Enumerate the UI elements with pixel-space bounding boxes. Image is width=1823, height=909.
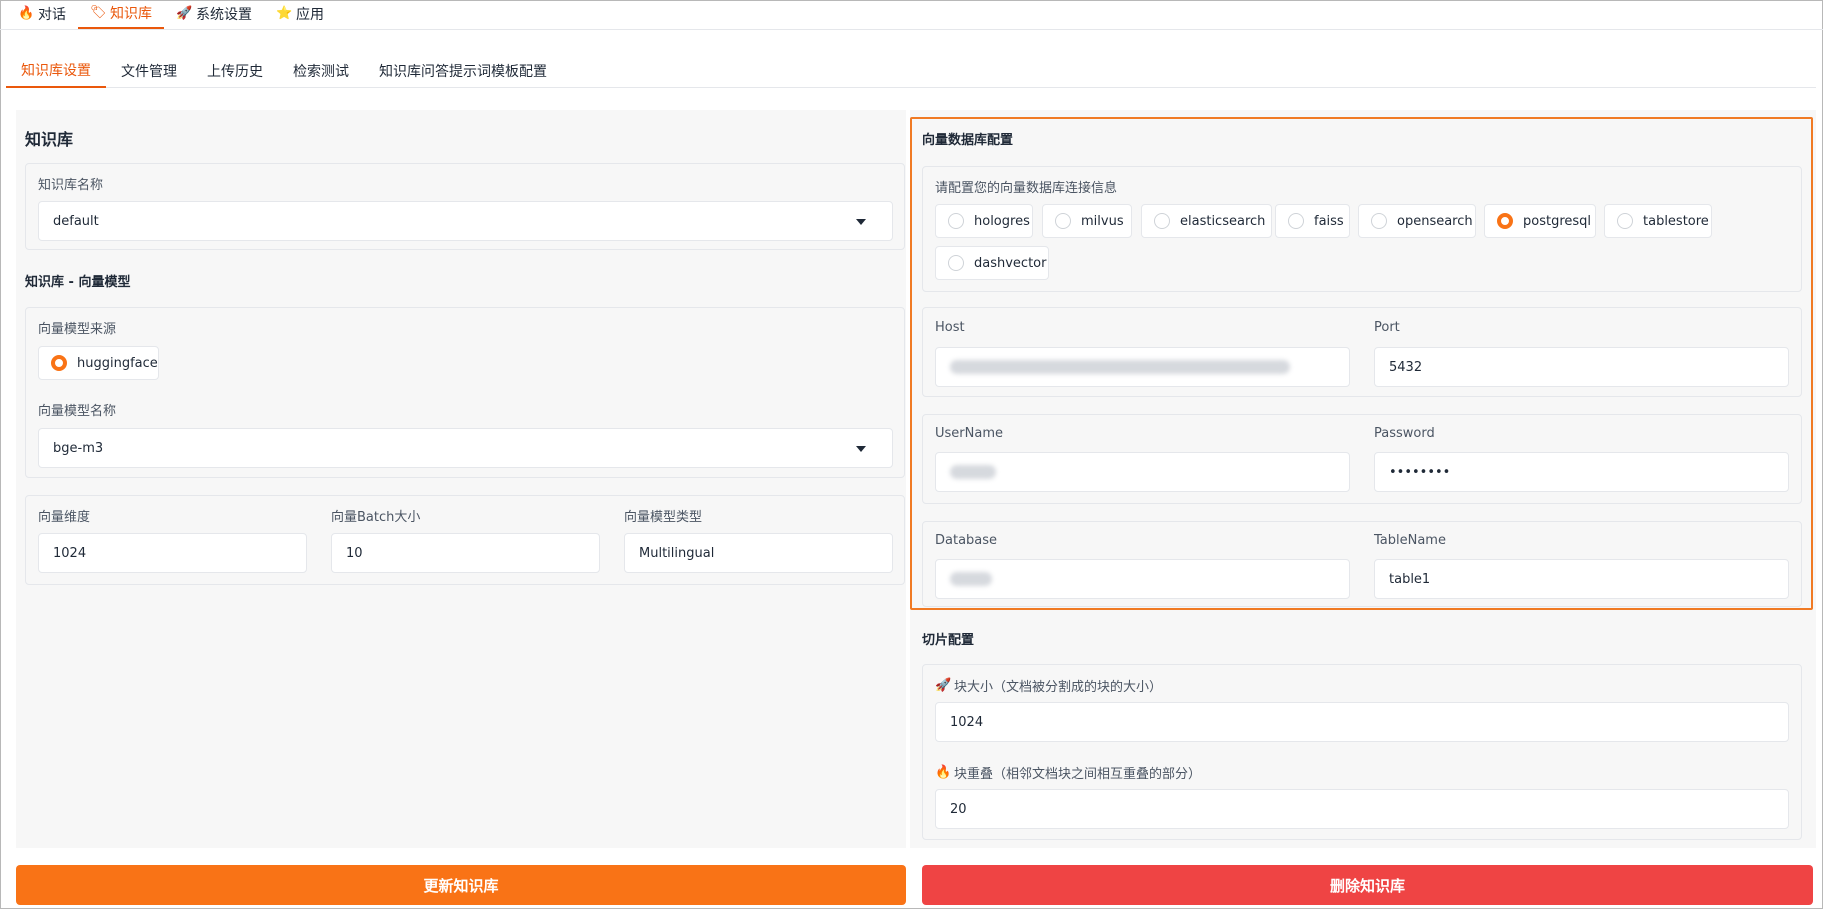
type-input[interactable]: Multilingual [624, 533, 893, 573]
radio-selected-icon [1497, 213, 1513, 229]
type-label: 向量模型类型 [624, 510, 703, 525]
top-nav: 🔥 对话 🏷 知识库 🚀 系统设置 ⭐ 应用 [0, 0, 1823, 30]
database-input[interactable] [935, 559, 1350, 599]
radio-opensearch[interactable]: opensearch [1358, 204, 1476, 238]
radio-huggingface[interactable]: huggingface [38, 346, 159, 380]
radio-unselected-icon [1617, 213, 1633, 229]
update-kb-button[interactable]: 更新知识库 [16, 865, 906, 905]
tab-system-settings[interactable]: 🚀 系统设置 [164, 0, 264, 29]
radio-tablestore[interactable]: tablestore [1604, 204, 1712, 238]
chunk-overlap-input[interactable]: 20 [935, 789, 1789, 829]
tab-prompt-template[interactable]: 知识库问答提示词模板配置 [364, 54, 562, 88]
kb-name-label: 知识库名称 [38, 178, 104, 193]
radio-elasticsearch[interactable]: elasticsearch [1141, 204, 1272, 238]
tablename-input[interactable]: table1 [1374, 559, 1789, 599]
radio-unselected-icon [1055, 213, 1071, 229]
kb-name-select[interactable]: default [38, 201, 893, 241]
model-name-label: 向量模型名称 [38, 404, 117, 419]
model-name-select[interactable]: bge-m3 [38, 428, 893, 468]
port-label: Port [1374, 320, 1400, 335]
host-label: Host [935, 320, 965, 335]
tab-kb-settings[interactable]: 知识库设置 [6, 54, 106, 88]
tab-file-management[interactable]: 文件管理 [106, 54, 192, 88]
database-label: Database [935, 533, 998, 548]
star-icon: ⭐ [276, 6, 293, 21]
rocket-icon: 🚀 [935, 677, 952, 693]
fire-icon: 🔥 [18, 6, 35, 21]
radio-milvus[interactable]: milvus [1042, 204, 1132, 238]
batch-input[interactable]: 10 [331, 533, 600, 573]
redacted-username [950, 465, 996, 479]
tab-chat[interactable]: 🔥 对话 [6, 0, 78, 29]
password-input[interactable]: •••••••• [1374, 452, 1789, 492]
sub-nav: 知识库设置 文件管理 上传历史 检索测试 知识库问答提示词模板配置 [6, 54, 1816, 88]
username-label: UserName [935, 426, 1003, 441]
model-name-value: bge-m3 [53, 440, 104, 456]
radio-unselected-icon [1288, 213, 1304, 229]
tablename-label: TableName [1374, 533, 1446, 548]
kb-name-value: default [53, 213, 99, 229]
redacted-host [950, 360, 1290, 374]
tag-icon: 🏷 [90, 5, 107, 20]
radio-unselected-icon [948, 213, 964, 229]
radio-hologres[interactable]: hologres [935, 204, 1033, 238]
chevron-down-icon [856, 219, 866, 225]
chevron-down-icon [856, 446, 866, 452]
vector-db-title: 向量数据库配置 [922, 133, 1014, 148]
radio-faiss[interactable]: faiss [1275, 204, 1350, 238]
tab-knowledge-base[interactable]: 🏷 知识库 [78, 0, 164, 29]
tab-apps[interactable]: ⭐ 应用 [264, 0, 336, 29]
chunk-size-label-row: 🚀 块大小（文档被分割成的块的大小） [935, 677, 1163, 696]
dim-label: 向量维度 [38, 510, 91, 525]
password-label: Password [1374, 426, 1435, 441]
username-input[interactable] [935, 452, 1350, 492]
radio-unselected-icon [1371, 213, 1387, 229]
redacted-database [950, 572, 992, 586]
radio-unselected-icon [948, 255, 964, 271]
radio-dashvector[interactable]: dashvector [935, 246, 1049, 280]
tab-upload-history[interactable]: 上传历史 [192, 54, 278, 88]
model-source-label: 向量模型来源 [38, 322, 117, 337]
host-input[interactable] [935, 347, 1350, 387]
kb-title: 知识库 [25, 130, 74, 149]
radio-unselected-icon [1154, 213, 1170, 229]
delete-kb-button[interactable]: 删除知识库 [922, 865, 1813, 905]
chunk-title: 切片配置 [922, 633, 975, 648]
vector-db-hint: 请配置您的向量数据库连接信息 [935, 181, 1118, 196]
chunk-size-input[interactable]: 1024 [935, 702, 1789, 742]
batch-label: 向量Batch大小 [331, 510, 421, 525]
fire-icon: 🔥 [935, 764, 952, 780]
radio-postgresql[interactable]: postgresql [1484, 204, 1596, 238]
rocket-icon: 🚀 [176, 6, 193, 21]
dim-input[interactable]: 1024 [38, 533, 307, 573]
embedding-section-title: 知识库 - 向量模型 [25, 275, 131, 290]
chunk-overlap-label-row: 🔥 块重叠（相邻文档块之间相互重叠的部分） [935, 764, 1202, 783]
tab-retrieval-test[interactable]: 检索测试 [278, 54, 364, 88]
port-input[interactable]: 5432 [1374, 347, 1789, 387]
radio-selected-icon [51, 355, 67, 371]
